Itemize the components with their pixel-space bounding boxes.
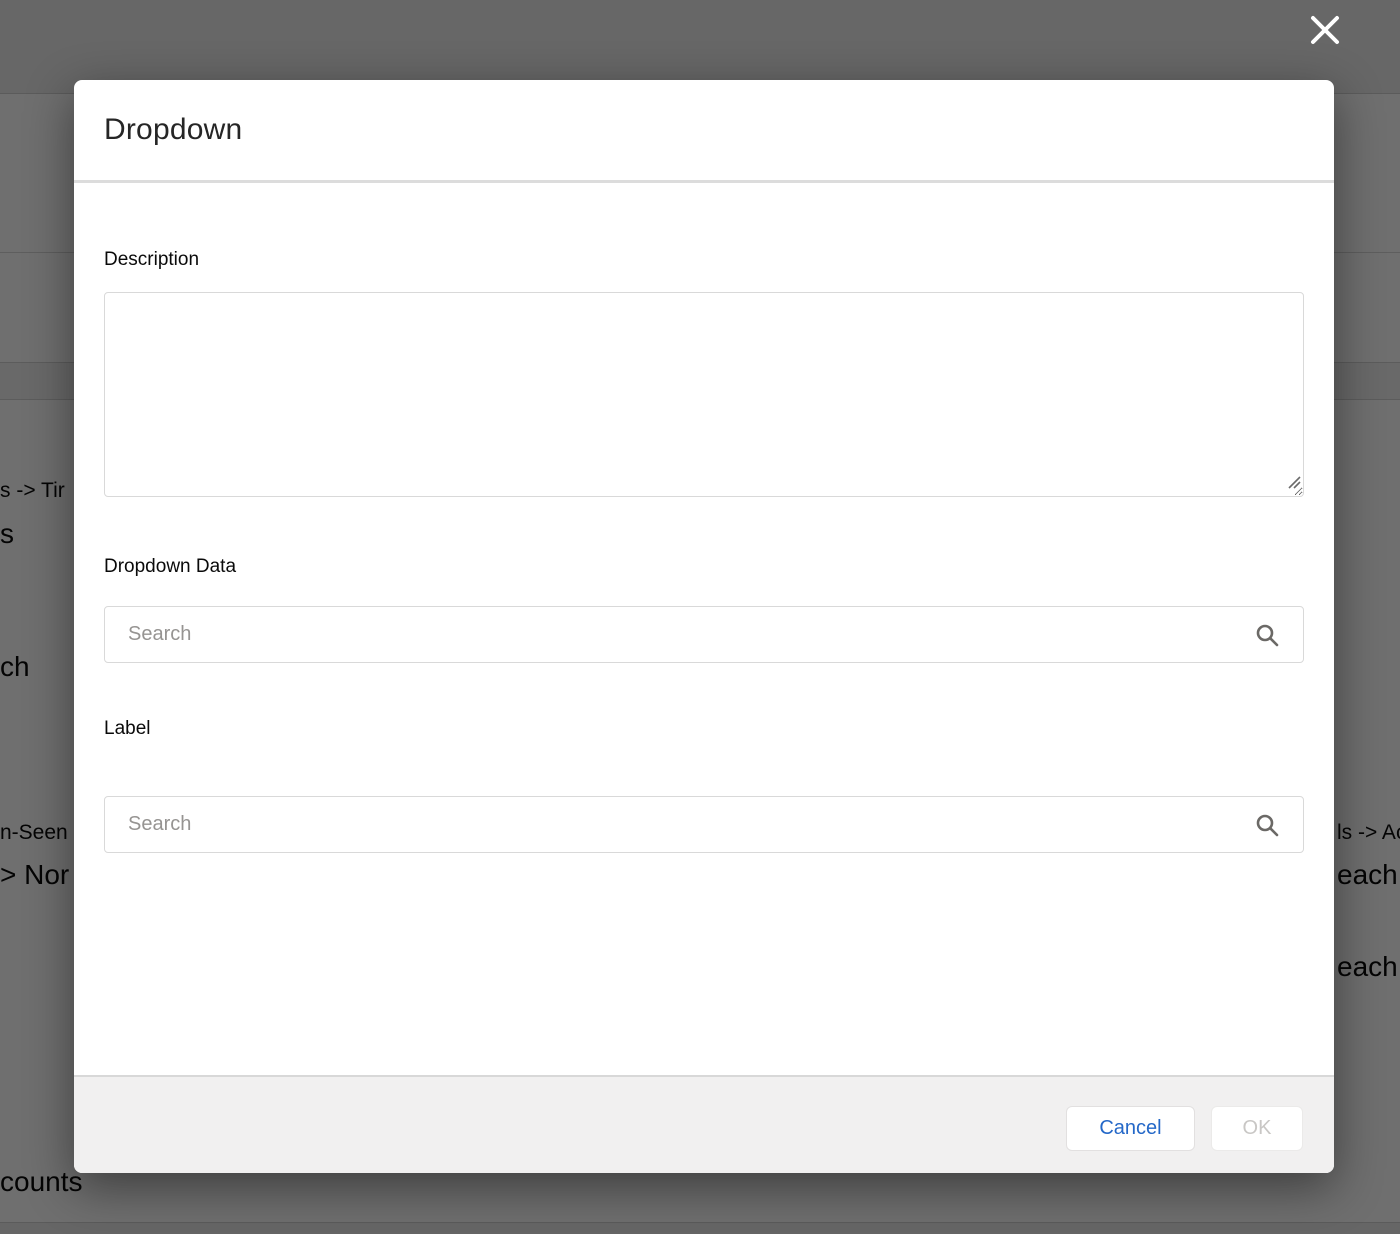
modal-footer: Cancel OK [74, 1075, 1334, 1173]
description-label: Description [104, 248, 199, 272]
dropdown-data-label: Dropdown Data [104, 555, 236, 579]
label-field-label: Label [104, 717, 151, 741]
modal-close-button[interactable] [1301, 8, 1349, 54]
modal-title: Dropdown [104, 113, 242, 147]
dropdown-data-search-wrap [104, 606, 1304, 663]
dropdown-data-search-input[interactable] [104, 606, 1304, 663]
dropdown-modal: Dropdown Description Dropdown Data Label [74, 80, 1334, 1173]
ok-button[interactable]: OK [1211, 1106, 1303, 1151]
modal-header: Dropdown [74, 80, 1334, 183]
description-textarea[interactable] [104, 292, 1304, 497]
cancel-button[interactable]: Cancel [1066, 1106, 1195, 1151]
label-search-wrap [104, 796, 1304, 853]
description-field-wrap [104, 292, 1304, 497]
close-icon [1306, 11, 1344, 52]
label-search-input[interactable] [104, 796, 1304, 853]
